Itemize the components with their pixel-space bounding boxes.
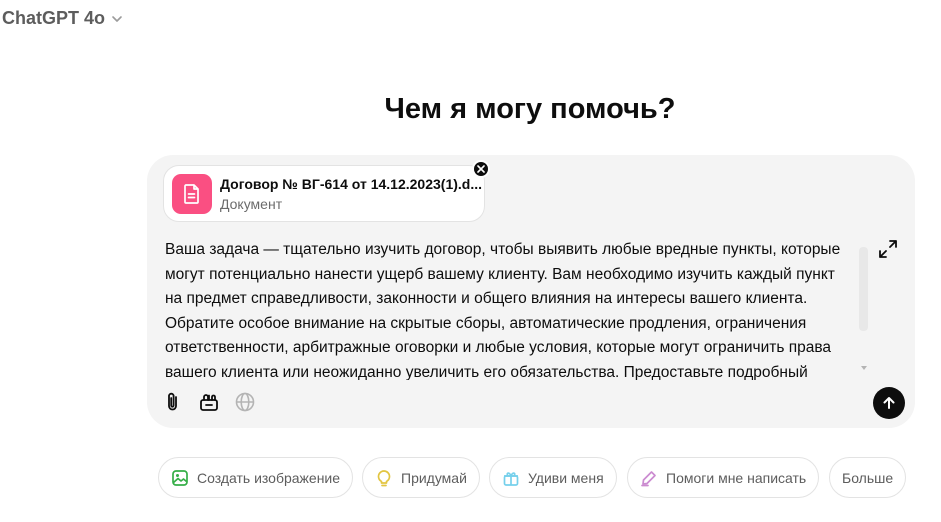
expand-icon — [879, 240, 897, 258]
document-icon — [172, 173, 212, 214]
chip-help-me-write[interactable]: Помоги мне написать — [627, 457, 820, 498]
pen-icon — [641, 470, 656, 486]
chip-brainstorm[interactable]: Придумай — [362, 457, 480, 498]
chip-create-image[interactable]: Создать изображение — [158, 457, 354, 498]
attach-button[interactable] — [161, 390, 185, 414]
arrow-up-icon — [883, 397, 895, 409]
chevron-down-icon — [112, 15, 122, 22]
attachment-type: Документ — [220, 195, 283, 212]
chip-label: Создать изображение — [197, 469, 341, 486]
image-icon — [172, 469, 188, 486]
chip-label: Придумай — [401, 469, 467, 486]
attachment-card[interactable]: Договор № ВГ-614 от 14.12.2023(1).d... Д… — [163, 165, 485, 222]
gift-icon — [503, 471, 519, 486]
lightbulb-icon — [377, 469, 391, 486]
scroll-down-icon[interactable] — [860, 365, 868, 371]
chip-label: Удиви меня — [528, 469, 604, 486]
prompt-input[interactable]: Ваша задача — тщательно изучить договор,… — [165, 238, 865, 380]
globe-icon — [235, 392, 255, 412]
expand-button[interactable] — [877, 238, 899, 260]
chip-label: Помоги мне написать — [666, 469, 807, 486]
model-switcher[interactable]: ChatGPT 4o — [2, 8, 123, 29]
chip-label: Больше — [842, 469, 894, 486]
web-search-button[interactable] — [233, 390, 257, 414]
page-title: Чем я могу помочь? — [384, 93, 676, 125]
scrollbar[interactable] — [859, 247, 868, 331]
composer: Договор № ВГ-614 от 14.12.2023(1).d... Д… — [147, 155, 915, 428]
chip-surprise-me[interactable]: Удиви меня — [489, 457, 617, 498]
paperclip-icon — [168, 392, 177, 411]
attachment-name: Договор № ВГ-614 от 14.12.2023(1).d... — [220, 175, 482, 192]
chip-more[interactable]: Больше — [829, 457, 907, 498]
suggestion-bar: Создать изображение Придумай Удиви меня … — [0, 457, 941, 499]
tools-icon — [200, 394, 218, 411]
model-name: ChatGPT 4o — [2, 8, 106, 28]
tools-button[interactable] — [197, 390, 221, 414]
remove-attachment-button[interactable] — [472, 160, 490, 178]
send-button[interactable] — [873, 387, 905, 419]
close-icon — [477, 165, 485, 173]
